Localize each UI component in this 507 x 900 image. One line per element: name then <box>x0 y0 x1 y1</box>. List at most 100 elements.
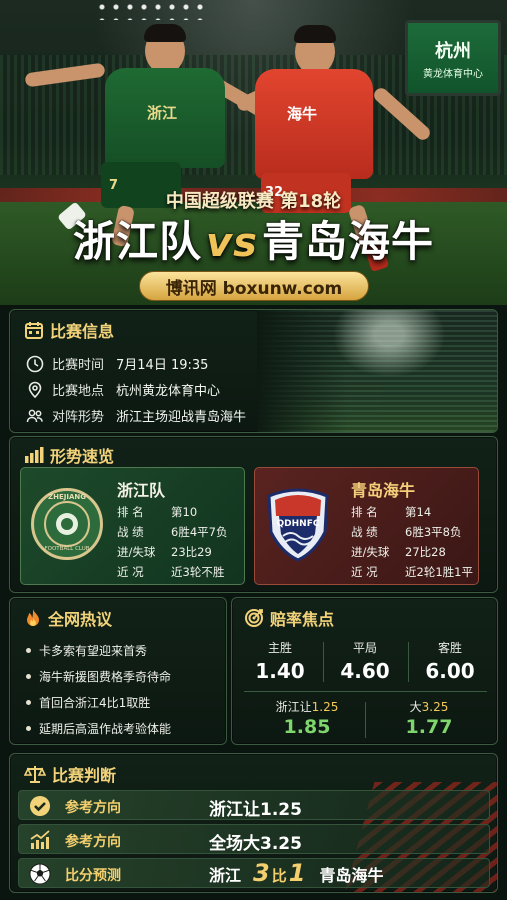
score-away-team: 青岛海牛 <box>319 866 384 885</box>
stat-key: 战 绩 <box>117 525 144 539</box>
odds-handicap: 浙江让1.25 1.85 <box>252 698 362 738</box>
odds-divider <box>365 702 366 738</box>
stat-value: 6胜3平8负 <box>405 525 462 539</box>
odds-total: 大3.25 1.77 <box>374 698 484 738</box>
stadium-scoreboard: 杭州 黄龙体育中心 <box>405 20 501 96</box>
away-team-title: 青岛海牛 <box>261 217 434 266</box>
judgment-label: 参考方向 <box>65 834 121 850</box>
scoreboard-city: 杭州 <box>435 40 471 62</box>
stat-value: 近3轮不胜 <box>171 565 225 579</box>
odds-label: 平局 <box>352 641 377 655</box>
player-hair <box>294 25 336 43</box>
score-prediction: 浙江 3 比 1 青岛海牛 <box>209 859 383 887</box>
judgment-label: 比分预测 <box>65 868 121 884</box>
stat-value: 27比28 <box>405 545 446 559</box>
section-title: 赔率焦点 <box>270 610 335 629</box>
bullet-dot <box>26 726 31 731</box>
hero-banner: 杭州 黄龙体育中心 浙江 7 海牛 32 中国超级联赛 第18轮 浙江队 vs青岛… <box>0 0 507 305</box>
form-header: 形势速览 <box>24 443 114 467</box>
hot-topic-text: 延期后高温作战考验体能 <box>39 722 172 736</box>
trend-chart-icon <box>29 829 51 851</box>
judgment-value: 全场大3.25 <box>209 834 302 854</box>
hot-topic-text: 首回合浙江4比1取胜 <box>39 696 151 710</box>
logo-text: QDHNFC <box>277 519 320 529</box>
odds-home-win: 主胜 1.40 <box>240 639 320 683</box>
team-card-zhejiang: ZHEJIANG FOOTBALL CLUB 浙江队 排 名 第10 战 绩 6胜4… <box>20 467 245 585</box>
judgment-row-total: 参考方向 全场大3.25 <box>18 824 490 854</box>
judgment-row-handicap: 参考方向 浙江让1.25 <box>18 790 490 820</box>
odds-divider <box>408 642 409 682</box>
logo-text-top: ZHEJIANG <box>48 493 86 501</box>
info-row-matchup: 对阵形势 浙江主场迎战青岛海牛 <box>26 406 246 425</box>
odds-away-win: 客胜 6.00 <box>410 639 490 683</box>
team-card-qingdao: QDHNFC 青岛海牛 排 名 第14 战 绩 6胜3平8负 进/失球 27比28 近… <box>254 467 479 585</box>
hot-topic-item[interactable]: 首回合浙江4比1取胜 <box>26 694 150 711</box>
judgment-row-score: 比分预测 浙江 3 比 1 青岛海牛 <box>18 858 490 888</box>
team-name: 浙江队 <box>117 481 166 500</box>
stat-row: 战 绩 6胜4平7负 <box>117 524 227 540</box>
odds-value: 6.00 <box>425 659 475 683</box>
hot-topics-panel: 全网热议 卡多索有望迎来首秀 海牛新援图费格季奇待命 首回合浙江4比1取胜 延期… <box>9 597 227 745</box>
stat-key: 战 绩 <box>351 525 378 539</box>
stat-row: 战 绩 6胜3平8负 <box>351 524 461 540</box>
hot-topic-item[interactable]: 卡多索有望迎来首秀 <box>26 642 147 659</box>
info-row-time: 比赛时间 7月14日 19:35 <box>26 354 208 373</box>
calendar-icon <box>24 320 44 340</box>
hot-topics-header: 全网热议 <box>24 606 112 630</box>
flame-icon <box>24 608 42 628</box>
scale-icon <box>24 764 46 784</box>
stat-value: 23比29 <box>171 545 212 559</box>
stat-row: 进/失球 27比28 <box>351 544 446 560</box>
people-icon <box>26 407 44 425</box>
jersey-text: 浙江 <box>147 104 178 122</box>
bullet-dot <box>26 674 31 679</box>
odds-panel: 赔率焦点 主胜 1.40 平局 4.60 客胜 6.00 浙江让1.25 1.8… <box>231 597 498 745</box>
score-away-goals: 1 <box>288 859 306 887</box>
section-title: 全网热议 <box>48 610 113 629</box>
zhejiang-logo: ZHEJIANG FOOTBALL CLUB <box>31 488 103 560</box>
handicap-line: 1.25 <box>311 700 339 714</box>
stat-value: 6胜4平7负 <box>171 525 228 539</box>
form-panel: 形势速览 ZHEJIANG FOOTBALL CLUB 浙江队 排 名 第10 战… <box>9 436 498 593</box>
judgment-panel: 比赛判断 参考方向 浙江让1.25 参考方向 全场大3.25 比分预测 浙江 3… <box>9 753 498 893</box>
stat-row: 排 名 第10 <box>117 504 197 520</box>
bar-chart-icon <box>24 446 44 464</box>
stat-row: 近 况 近2轮1胜1平 <box>351 564 473 580</box>
hot-topic-text: 海牛新援图费格季奇待命 <box>39 670 172 684</box>
info-row-venue: 比赛地点 杭州黄龙体育中心 <box>26 380 220 399</box>
handicap-label: 浙江让 <box>275 700 312 714</box>
odds-label: 客胜 <box>437 641 462 655</box>
stat-row: 进/失球 23比29 <box>117 544 212 560</box>
hot-topic-item[interactable]: 海牛新援图费格季奇待命 <box>26 668 171 685</box>
handicap-label-row: 浙江让1.25 <box>252 698 362 715</box>
hot-topic-item[interactable]: 延期后高温作战考验体能 <box>26 720 171 737</box>
total-label: 大 <box>409 700 422 714</box>
site-badge[interactable]: 博讯网 boxunw.com <box>139 271 369 301</box>
bullet-dot <box>26 700 31 705</box>
info-value: 杭州黄龙体育中心 <box>116 384 221 399</box>
total-line: 3.25 <box>421 700 449 714</box>
stat-row: 排 名 第14 <box>351 504 431 520</box>
section-title: 比赛判断 <box>52 766 117 785</box>
match-title: 浙江队 vs青岛海牛 <box>0 208 507 269</box>
score-home-goals: 3 <box>253 859 270 887</box>
odds-divider <box>323 642 324 682</box>
odds-value: 4.60 <box>340 659 390 683</box>
odds-label: 主胜 <box>267 641 292 655</box>
score-separator: 比 <box>271 867 287 885</box>
stat-key: 排 名 <box>117 505 144 519</box>
match-info-header: 比赛信息 <box>24 318 114 342</box>
info-label: 比赛地点 <box>52 384 105 399</box>
stat-key: 进/失球 <box>117 545 156 559</box>
odds-header: 赔率焦点 <box>244 606 334 630</box>
section-title: 形势速览 <box>50 447 115 466</box>
qingdao-logo: QDHNFC <box>265 482 331 562</box>
info-label: 对阵形势 <box>52 410 105 425</box>
judgment-label: 参考方向 <box>65 800 121 816</box>
logo-text-bottom: FOOTBALL CLUB <box>44 546 90 552</box>
info-value: 7月14日 19:35 <box>116 358 209 373</box>
total-label-row: 大3.25 <box>374 698 484 715</box>
gauge-check-icon <box>29 795 51 817</box>
player-jersey <box>255 69 373 179</box>
stat-key: 近 况 <box>117 565 144 579</box>
